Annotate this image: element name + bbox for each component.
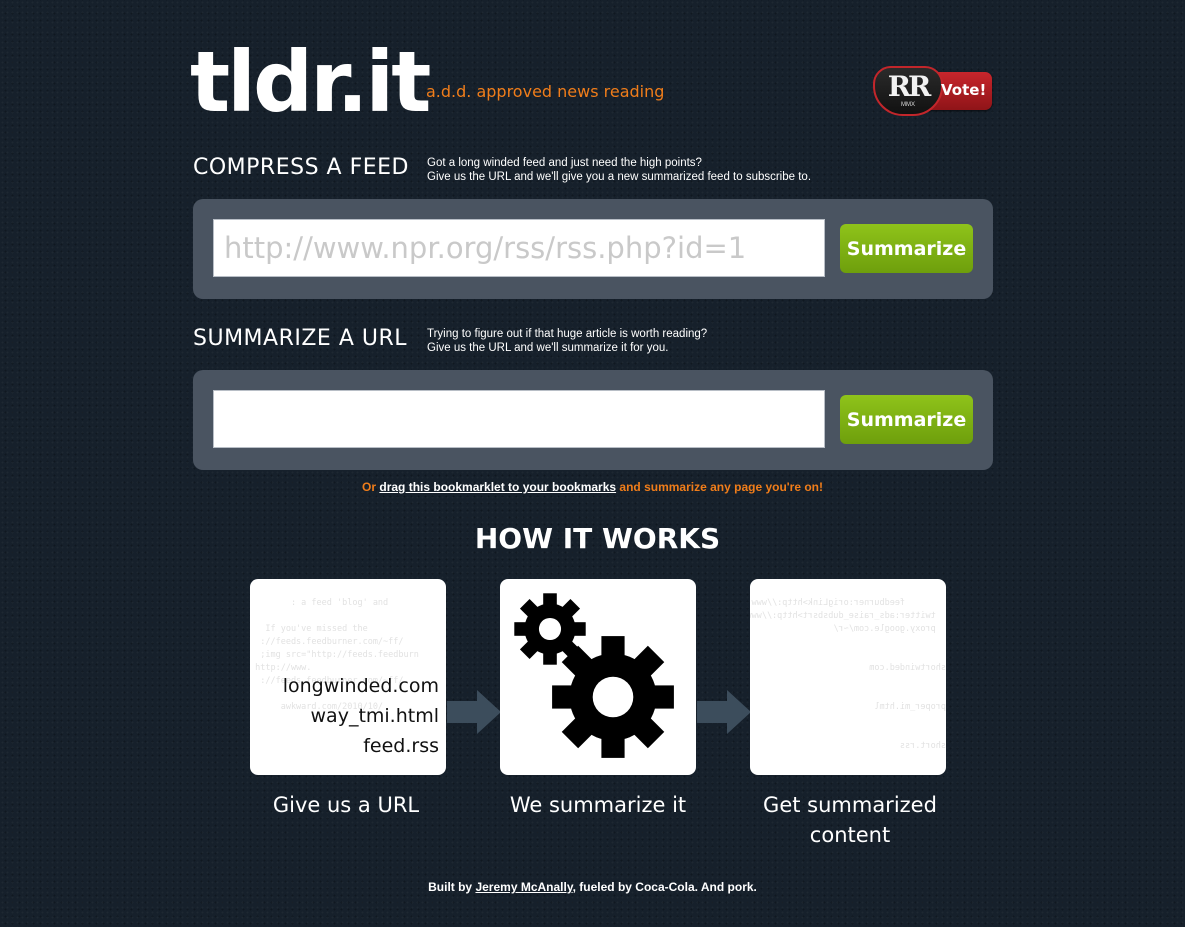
- rr-sub-text: MMX: [901, 102, 915, 108]
- step-label-get-content-line1: Get summarized: [763, 793, 937, 817]
- compress-feed-heading: COMPRESS A FEED: [193, 155, 409, 180]
- short-urls: shortwinded.com proper_mi.html short.rss: [750, 650, 946, 775]
- compress-feed-form: Summarize: [193, 199, 993, 299]
- url-proper-mi: proper_mi.html: [874, 702, 946, 712]
- summarize-feed-button[interactable]: Summarize: [840, 224, 973, 273]
- footer-prefix: Built by: [428, 880, 476, 894]
- vote-label: Vote!: [941, 81, 987, 99]
- footer-suffix: , fueled by Coca-Cola. And pork.: [572, 880, 757, 894]
- summarize-url-form: Summarize: [193, 370, 993, 470]
- url-short-rss: short.rss: [899, 741, 946, 751]
- bookmarklet-prefix: Or: [362, 480, 380, 494]
- url-feed-rss: feed.rss: [363, 735, 439, 757]
- step-card-get-content: feedburner:origLink>http://www. twitter:…: [750, 579, 946, 775]
- arrow-right-icon: [447, 690, 501, 734]
- page-url-input[interactable]: [213, 390, 825, 448]
- bookmarklet-line: Or drag this bookmarklet to your bookmar…: [0, 480, 1185, 494]
- summarize-url-desc-line2: Give us the URL and we'll summarize it f…: [427, 342, 669, 354]
- summarize-url-desc-line1: Trying to figure out if that huge articl…: [427, 328, 708, 340]
- code-background-decoration: feedburner:origLink>http://www. twitter:…: [750, 597, 946, 775]
- url-way-tmi: way_tmi.html: [310, 705, 439, 727]
- step-label-summarize: We summarize it: [509, 793, 687, 817]
- bookmarklet-link[interactable]: drag this bookmarklet to your bookmarks: [379, 480, 616, 494]
- step-label-get-content: Get summarized content: [735, 790, 965, 850]
- rr-logo-text: RR: [887, 70, 932, 103]
- summarize-url-description: Trying to figure out if that huge articl…: [427, 327, 707, 355]
- vote-badge[interactable]: RR MMX Vote!: [873, 66, 992, 116]
- bookmarklet-suffix: and summarize any page you're on!: [616, 480, 823, 494]
- site-logo[interactable]: tldr.it: [190, 40, 431, 124]
- long-urls: longwinded.com way_tmi.html feed.rss: [283, 671, 439, 761]
- how-it-works-title: HOW IT WORKS: [474, 522, 721, 555]
- compress-feed-desc-line2: Give us the URL and we'll give you a new…: [427, 171, 812, 183]
- compress-feed-description: Got a long winded feed and just need the…: [427, 156, 811, 184]
- site-tagline: a.d.d. approved news reading: [426, 82, 665, 101]
- url-longwinded: longwinded.com: [282, 675, 439, 697]
- url-shortwinded: shortwinded.com: [869, 663, 946, 673]
- step-label-give-url: Give us a URL: [272, 793, 420, 817]
- step-card-summarize: [500, 579, 696, 775]
- footer: Built by Jeremy McAnally, fueled by Coca…: [0, 880, 1185, 894]
- step-label-get-content-line2: content: [809, 823, 891, 847]
- step-card-give-url: : a feed 'blog' and If you've missed the…: [250, 579, 446, 775]
- summarize-url-heading: SUMMARIZE A URL: [193, 326, 408, 351]
- gears-icon: [514, 593, 674, 758]
- author-link[interactable]: Jeremy McAnally: [475, 880, 572, 894]
- compress-feed-desc-line1: Got a long winded feed and just need the…: [427, 157, 702, 169]
- arrow-right-icon: [697, 690, 751, 734]
- summarize-url-button[interactable]: Summarize: [840, 395, 973, 444]
- feed-url-input[interactable]: [213, 219, 825, 277]
